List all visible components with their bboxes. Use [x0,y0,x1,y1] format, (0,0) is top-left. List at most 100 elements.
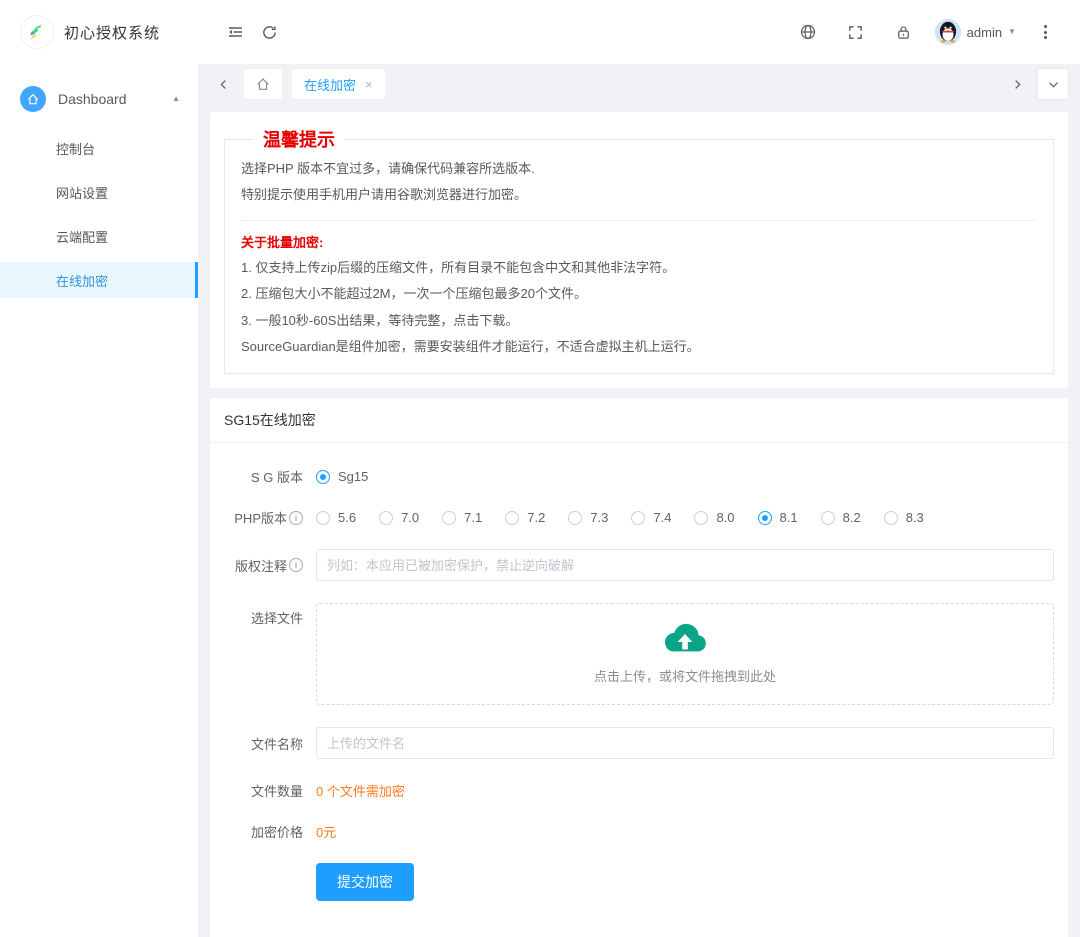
filename-row: 文件名称 [224,727,1054,759]
price-value: 0元 [316,822,336,841]
php-version-row: PHP版本 i 5.6 7.0 7.1 7.2 7.3 7.4 8.0 8.1 8.2 8.3 [224,508,1054,527]
php-version-value: 8.3 [906,510,924,525]
sg-version-label: S G 版本 [224,467,316,486]
info-icon[interactable]: i [289,511,303,525]
tabs-scroll-left-icon[interactable] [212,69,234,99]
radio-unchecked-icon [505,511,519,525]
batch-notice-line: 2. 压缩包大小不能超过2M，一次一个压缩包最多20个文件。 [241,282,1037,305]
notice-line: 特别提示使用手机用户请用谷歌浏览器进行加密。 [241,183,1037,206]
language-globe-icon[interactable] [791,15,825,49]
sidebar-item-label: 控制台 [56,139,95,158]
file-select-label: 选择文件 [224,603,316,627]
info-icon[interactable]: i [289,558,303,572]
php-version-option[interactable]: 5.6 [316,510,356,525]
notice-divider [241,220,1037,221]
tabs-scroll-right-icon[interactable] [1006,69,1028,99]
php-version-value: 7.1 [464,510,482,525]
sidebar-group-label: Dashboard [58,91,160,107]
form-card-title: SG15在线加密 [210,398,1068,443]
top-header: 初心授权系统 [0,0,1080,64]
php-version-value: 5.6 [338,510,356,525]
filename-input[interactable] [316,727,1054,759]
upload-hint-text: 点击上传，或将文件拖拽到此处 [594,666,776,685]
php-version-value: 8.2 [843,510,861,525]
page-scroll-area[interactable]: 温馨提示 选择PHP 版本不宜过多，请确保代码兼容所选版本.特别提示使用手机用户… [198,104,1080,937]
rocket-logo-icon [20,15,54,49]
main-content: 在线加密 × 温馨提示 选择PHP 版本不宜过多，请确保代码兼容所选版本.特 [198,64,1080,937]
avatar [935,19,961,45]
php-label-text: PHP版本 [234,508,287,527]
tab-close-icon[interactable]: × [365,77,373,92]
file-count-value: 0 个文件需加密 [316,781,405,800]
tab-online-encryption[interactable]: 在线加密 × [292,69,385,99]
sidebar-item[interactable]: 在线加密 [0,262,198,298]
radio-unchecked-icon [821,511,835,525]
file-select-row: 选择文件 点击上传，或将文件拖拽到此处 [224,603,1054,705]
php-version-value: 8.1 [780,510,798,525]
tab-label: 在线加密 [304,75,356,94]
php-version-value: 8.0 [716,510,734,525]
php-version-label: PHP版本 i [224,508,316,527]
copyright-input[interactable] [316,549,1054,581]
notice-intro: 选择PHP 版本不宜过多，请确保代码兼容所选版本. 特别提示使用手机用户请用谷歌浏… [241,157,1037,207]
topbar-right: admin ▼ [791,15,1060,49]
sidebar-collapse-icon[interactable] [218,15,252,49]
sidebar-item-label: 网站设置 [56,183,108,202]
app-window: 初心授权系统 [0,0,1080,937]
radio-unchecked-icon [379,511,393,525]
php-version-option[interactable]: 7.1 [442,510,482,525]
tabs-menu-icon[interactable] [1038,69,1068,99]
sg-version-option[interactable]: Sg15 [316,469,368,484]
encryption-form-card: SG15在线加密 S G 版本 Sg15 [210,398,1068,937]
submit-encryption-button[interactable]: 提交加密 [316,863,414,901]
php-version-option[interactable]: 7.3 [568,510,608,525]
radio-unchecked-icon [694,511,708,525]
brand-area: 初心授权系统 [0,15,198,49]
sidebar-item[interactable]: 云端配置 [0,218,198,254]
php-version-option[interactable]: 7.4 [631,510,671,525]
refresh-icon[interactable] [252,15,286,49]
app-title: 初心授权系统 [64,22,160,43]
batch-notice-line: SourceGuardian是组件加密，需要安装组件才能运行，不适合虚拟主机上运… [241,335,1037,358]
topbar-main: admin ▼ [198,15,1080,49]
fullscreen-icon[interactable] [839,15,873,49]
php-version-value: 7.3 [590,510,608,525]
radio-unchecked-icon [316,511,330,525]
radio-unchecked-icon [442,511,456,525]
filename-label: 文件名称 [224,734,316,753]
price-row: 加密价格 0元 [224,822,1054,841]
sidebar-item[interactable]: 网站设置 [0,174,198,210]
php-version-option[interactable]: 8.2 [821,510,861,525]
batch-notice-title: 关于批量加密: [241,232,1037,251]
php-version-option[interactable]: 8.1 [758,510,798,525]
caret-up-icon: ▲ [172,95,180,103]
cloud-upload-icon [662,623,708,657]
radio-unchecked-icon [884,511,898,525]
more-options-icon[interactable] [1030,17,1060,47]
php-version-value: 7.2 [527,510,545,525]
php-version-option[interactable]: 8.3 [884,510,924,525]
tab-home-button[interactable] [244,69,282,99]
submit-row: 提交加密 [224,863,1054,901]
php-version-options: 5.6 7.0 7.1 7.2 7.3 7.4 8.0 8.1 8.2 8.3 [316,510,1054,525]
sidebar-menu: 控制台网站设置云端配置在线加密 [0,130,198,298]
user-menu[interactable]: admin ▼ [935,19,1016,45]
sidebar: Dashboard ▲ 控制台网站设置云端配置在线加密 [0,64,198,937]
php-version-option[interactable]: 7.2 [505,510,545,525]
copyright-label-text: 版权注释 [235,556,287,575]
sidebar-item[interactable]: 控制台 [0,130,198,166]
tab-bar: 在线加密 × [198,64,1080,104]
sg-version-row: S G 版本 Sg15 [224,467,1054,486]
notice-line: 选择PHP 版本不宜过多，请确保代码兼容所选版本. [241,157,1037,180]
sidebar-group-dashboard[interactable]: Dashboard ▲ [0,76,198,122]
file-count-row: 文件数量 0 个文件需加密 [224,781,1054,800]
radio-unchecked-icon [631,511,645,525]
upload-dropzone[interactable]: 点击上传，或将文件拖拽到此处 [316,603,1054,705]
php-version-value: 7.4 [653,510,671,525]
php-version-option[interactable]: 7.0 [379,510,419,525]
caret-down-icon: ▼ [1008,28,1016,36]
radio-checked-icon [758,511,772,525]
lock-screen-icon[interactable] [887,15,921,49]
username: admin [967,25,1002,40]
php-version-option[interactable]: 8.0 [694,510,734,525]
